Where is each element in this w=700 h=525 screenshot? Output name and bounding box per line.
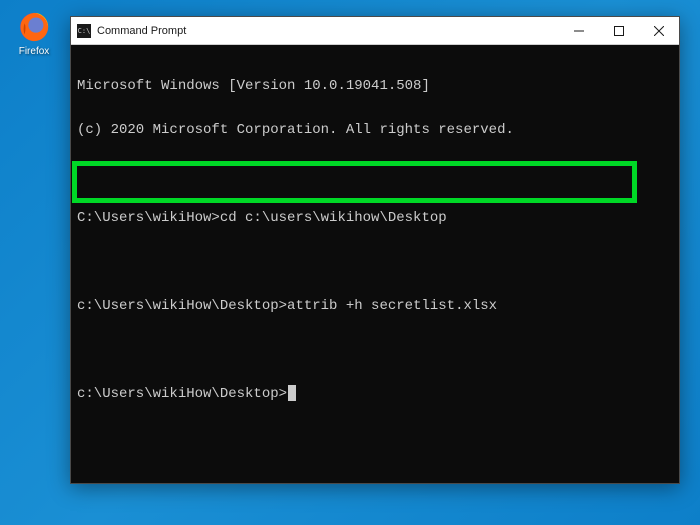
- desktop-shortcut-firefox[interactable]: Firefox: [12, 10, 56, 57]
- terminal-line-blank: [77, 251, 673, 273]
- terminal-line-blank: [77, 163, 673, 185]
- cursor: [288, 385, 296, 401]
- terminal-line-cmd2: c:\Users\wikiHow\Desktop>attrib +h secre…: [77, 295, 673, 317]
- window-titlebar[interactable]: C:\ Command Prompt: [71, 17, 679, 45]
- cmd-icon: C:\: [77, 24, 91, 38]
- close-button[interactable]: [639, 17, 679, 44]
- prompt-path: C:\Users\wikiHow>: [77, 210, 220, 226]
- terminal-body[interactable]: Microsoft Windows [Version 10.0.19041.50…: [71, 45, 679, 483]
- maximize-button[interactable]: [599, 17, 639, 44]
- prompt-path: c:\Users\wikiHow\Desktop>: [77, 298, 287, 314]
- firefox-icon: [17, 10, 51, 44]
- terminal-line-cmd3: c:\Users\wikiHow\Desktop>: [77, 383, 673, 405]
- desktop-shortcut-label: Firefox: [12, 46, 56, 57]
- terminal-line-cmd1: C:\Users\wikiHow>cd c:\users\wikihow\Des…: [77, 207, 673, 229]
- window-controls: [559, 17, 679, 44]
- prompt-command: attrib +h secretlist.xlsx: [287, 298, 497, 314]
- titlebar-left: C:\ Command Prompt: [71, 24, 186, 38]
- command-prompt-window: C:\ Command Prompt Microsoft Windows [Ve…: [70, 16, 680, 484]
- window-title: Command Prompt: [97, 25, 186, 37]
- prompt-command: cd c:\users\wikihow\Desktop: [220, 210, 447, 226]
- prompt-path: c:\Users\wikiHow\Desktop>: [77, 386, 287, 402]
- terminal-line-blank: [77, 339, 673, 361]
- terminal-line-copyright: (c) 2020 Microsoft Corporation. All righ…: [77, 119, 673, 141]
- minimize-button[interactable]: [559, 17, 599, 44]
- terminal-line-version: Microsoft Windows [Version 10.0.19041.50…: [77, 75, 673, 97]
